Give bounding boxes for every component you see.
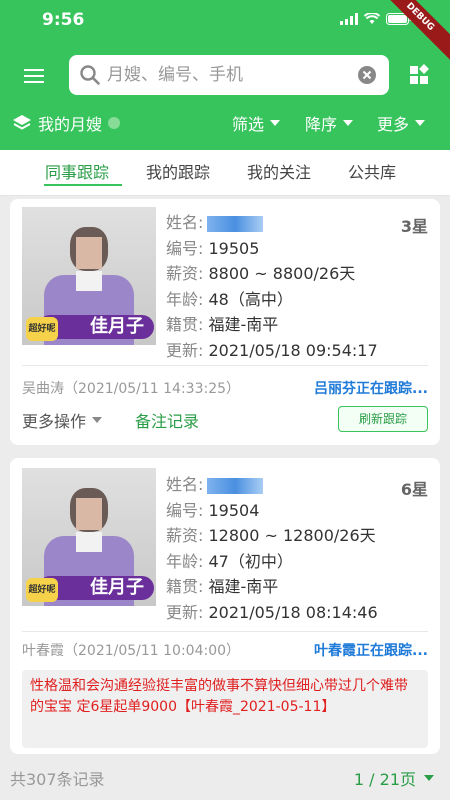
brand-logo: 超好呢 佳月子 — [24, 313, 154, 341]
updated-label: 更新: — [166, 602, 204, 622]
nanny-card[interactable]: 超好呢 佳月子 6星 姓名: 编号: 19504 薪资: 12800 ~ 128… — [10, 458, 440, 754]
nanny-card[interactable]: 超好呢 佳月子 3星 姓名: 编号: 19505 薪资: 8800 ~ 8800… — [10, 199, 440, 445]
divider — [22, 365, 428, 366]
status-time: 9:56 — [42, 10, 85, 30]
remark-box: 性格温和会沟通经验挺丰富的做事不算快但细心带过几个难带的宝宝 定6星起单9000… — [22, 670, 428, 748]
tracking-status-link[interactable]: 吕丽芬正在跟踪... — [314, 378, 428, 398]
more-ops-label: 更多操作 — [22, 412, 87, 431]
more-label: 更多 — [377, 115, 410, 134]
creator-info: 吴曲涛（2021/05/11 14:33:25） — [22, 381, 241, 397]
chevron-down-icon — [424, 775, 434, 781]
menu-icon[interactable] — [22, 64, 46, 88]
my-yuesao-selector[interactable]: 我的月嫂 — [12, 111, 121, 135]
tab-bar: 同事跟踪 我的跟踪 我的关注 公共库 — [0, 150, 450, 196]
note-record-link[interactable]: 备注记录 — [135, 408, 199, 432]
chevron-down-icon — [415, 120, 426, 126]
filter-label: 筛选 — [232, 115, 265, 134]
chevron-down-icon — [343, 120, 354, 126]
brand-logo: 超好呢 佳月子 — [24, 574, 154, 602]
age-label: 年龄: — [166, 289, 204, 309]
divider — [22, 631, 428, 632]
layers-icon — [13, 115, 31, 130]
pagination-footer: 共307条记录 1 / 21页 — [0, 756, 450, 800]
active-tab-indicator — [44, 184, 122, 186]
nanny-salary: 12800 ~ 12800/26天 — [208, 526, 376, 545]
tracking-status-link[interactable]: 叶春霞正在跟踪... — [314, 640, 428, 660]
origin-label: 籍贯: — [166, 577, 204, 596]
status-bar: 9:56 DEBUG — [0, 0, 450, 66]
nanny-photo: 超好呢 佳月子 — [22, 468, 156, 606]
search-icon — [80, 65, 100, 85]
filter-dropdown[interactable]: 筛选 — [232, 111, 281, 135]
more-ops-dropdown[interactable]: 更多操作 — [22, 408, 103, 432]
sort-dropdown[interactable]: 降序 — [305, 111, 354, 135]
logo-mini-label: 超好呢 — [26, 317, 58, 341]
star-level: 3星 — [400, 217, 428, 236]
origin-label: 籍贯: — [166, 315, 204, 334]
name-redacted — [207, 215, 264, 232]
nanny-age: 47（初中） — [208, 551, 293, 571]
tab-my-follow[interactable]: 我的关注 — [247, 159, 311, 183]
grid-icon[interactable] — [408, 64, 430, 86]
age-label: 年龄: — [166, 551, 204, 571]
nanny-age: 48（高中） — [208, 289, 293, 309]
logo-text: 佳月子 — [90, 316, 144, 337]
nanny-number: 19504 — [208, 500, 260, 520]
app-header: 9:56 DEBUG 我的月嫂 — [0, 0, 450, 150]
page-indicator: 1 / 21页 — [353, 770, 416, 789]
nanny-origin: 福建-南平 — [208, 577, 279, 596]
chevron-down-icon — [92, 417, 103, 423]
name-label: 姓名: — [166, 213, 204, 232]
tab-public-pool[interactable]: 公共库 — [348, 159, 396, 183]
sort-label: 降序 — [305, 115, 338, 134]
salary-label: 薪资: — [166, 526, 204, 545]
nanny-origin: 福建-南平 — [208, 315, 279, 334]
nanny-number: 19505 — [208, 238, 260, 258]
clear-icon[interactable] — [357, 65, 377, 85]
nanny-photo: 超好呢 佳月子 — [22, 207, 156, 345]
nanny-updated: 2021/05/18 08:14:46 — [208, 602, 378, 622]
salary-label: 薪资: — [166, 264, 204, 283]
signal-icon — [340, 13, 358, 25]
status-icons — [340, 13, 412, 25]
my-yuesao-label: 我的月嫂 — [38, 115, 103, 134]
tab-colleague-tracking[interactable]: 同事跟踪 — [45, 159, 109, 183]
star-level: 6星 — [400, 480, 428, 499]
nanny-info: 姓名: 编号: 19504 薪资: 12800 ~ 12800/26天 年龄: … — [166, 472, 378, 625]
number-label: 编号: — [166, 500, 204, 520]
nanny-info: 姓名: 编号: 19505 薪资: 8800 ~ 8800/26天 年龄: 48… — [166, 210, 378, 363]
name-label: 姓名: — [166, 475, 204, 494]
search-input[interactable] — [107, 55, 347, 95]
logo-text: 佳月子 — [90, 577, 144, 598]
subbar: 我的月嫂 筛选 降序 更多 — [0, 108, 450, 138]
more-dropdown[interactable]: 更多 — [377, 111, 426, 135]
wifi-icon — [364, 13, 380, 24]
tab-my-tracking[interactable]: 我的跟踪 — [146, 159, 210, 183]
status-dot — [108, 117, 121, 129]
search-box[interactable] — [69, 55, 389, 95]
total-records: 共307条记录 — [10, 770, 105, 789]
refresh-tracking-button[interactable]: 刷新跟踪 — [338, 406, 428, 432]
nanny-updated: 2021/05/18 09:54:17 — [208, 340, 378, 360]
page-selector[interactable]: 1 / 21页 — [354, 766, 434, 790]
logo-mini-label: 超好呢 — [26, 578, 58, 602]
nanny-salary: 8800 ~ 8800/26天 — [208, 264, 356, 283]
updated-label: 更新: — [166, 340, 204, 360]
chevron-down-icon — [270, 120, 281, 126]
number-label: 编号: — [166, 238, 204, 258]
creator-info: 叶春霞（2021/05/11 10:04:00） — [22, 643, 241, 659]
name-redacted — [207, 477, 264, 494]
